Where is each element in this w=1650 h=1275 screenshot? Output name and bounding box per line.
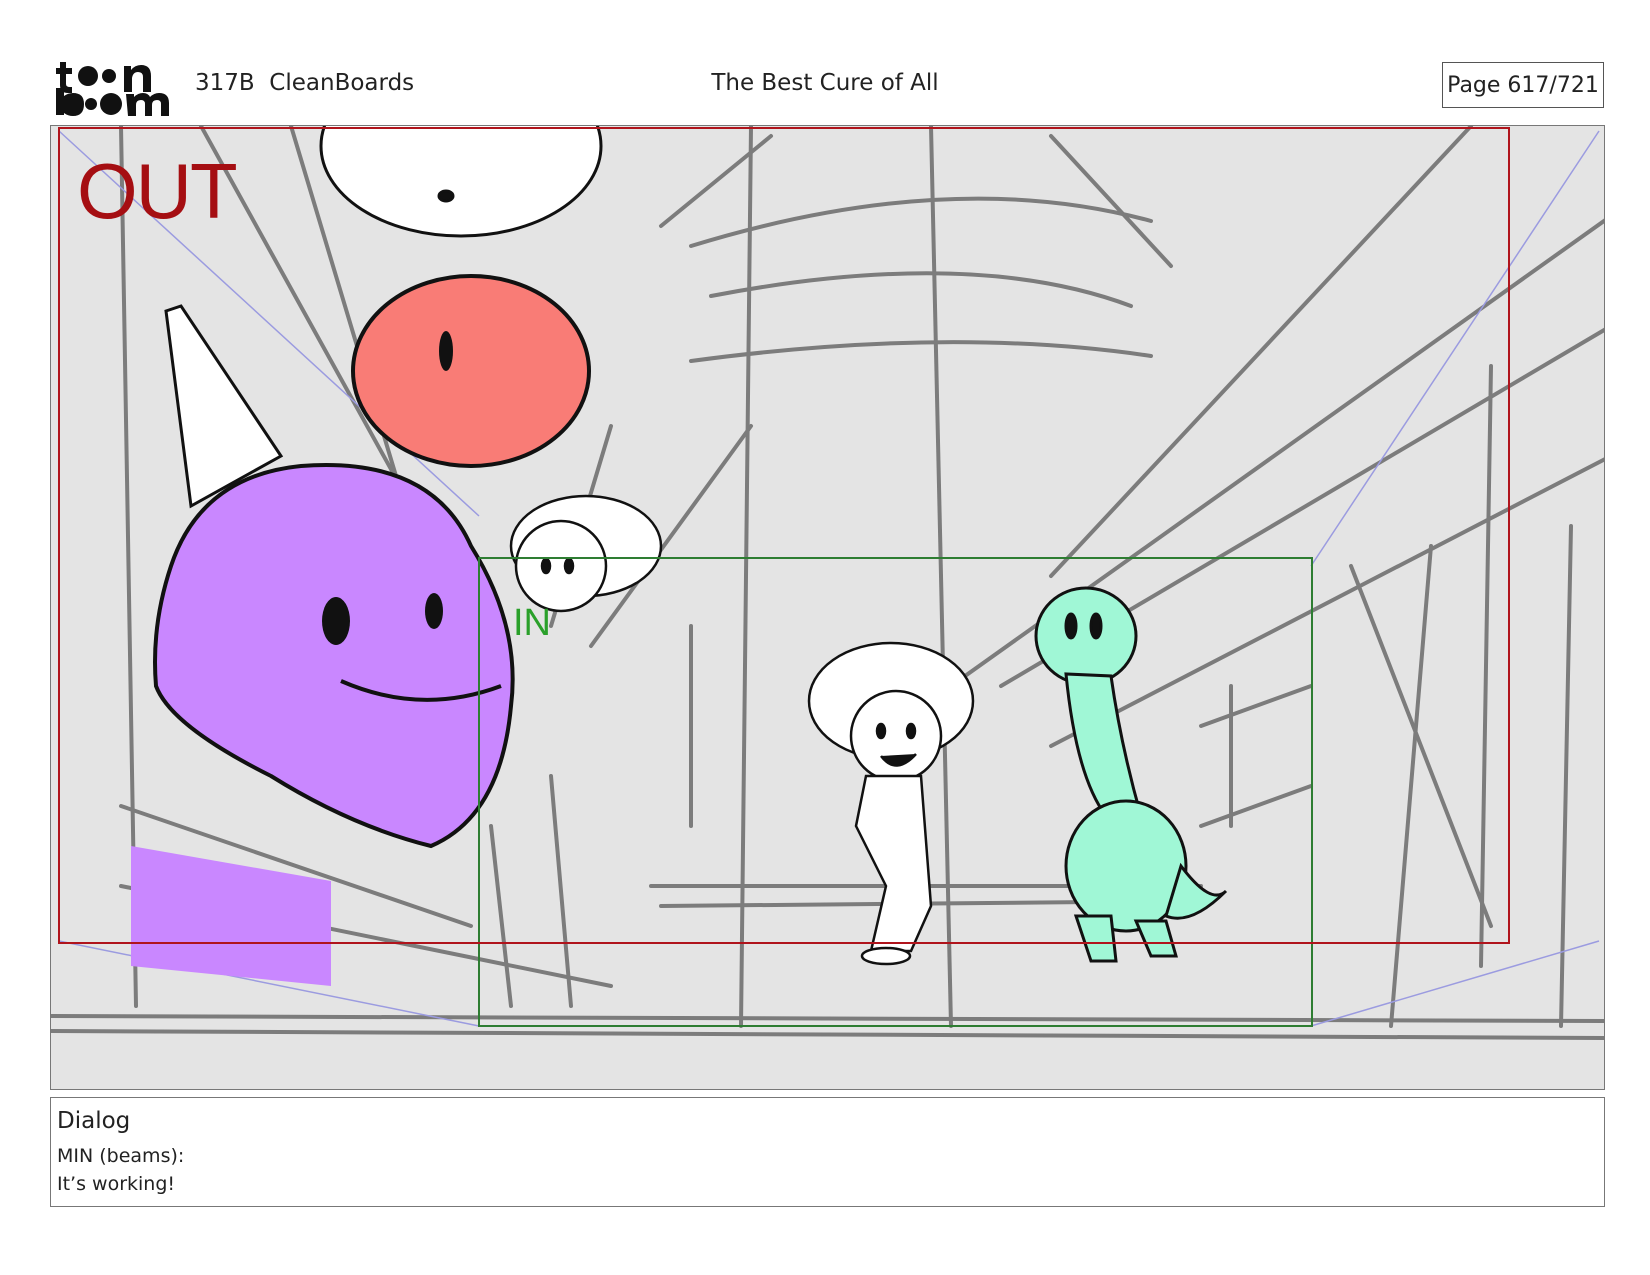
dialog-box: Dialog MIN (beams): It’s working! [50, 1097, 1605, 1207]
green-character [1034, 586, 1228, 963]
peeking-character [509, 494, 663, 613]
document-title: The Best Cure of All [711, 70, 939, 96]
storyboard-panel: OUT IN [50, 125, 1605, 1090]
out-frame-label: OUT [77, 147, 238, 235]
top-character [319, 126, 603, 238]
page-number-box: Page 617/721 [1442, 62, 1604, 108]
dialog-speaker-line: MIN (beams): [57, 1145, 185, 1167]
in-frame-label: IN [513, 602, 551, 644]
dialog-text-line: It’s working! [57, 1173, 176, 1195]
panel-artwork [51, 126, 1604, 1040]
red-character [351, 274, 591, 468]
dialog-heading: Dialog [57, 1108, 131, 1134]
page-number: Page 617/721 [1447, 72, 1599, 98]
